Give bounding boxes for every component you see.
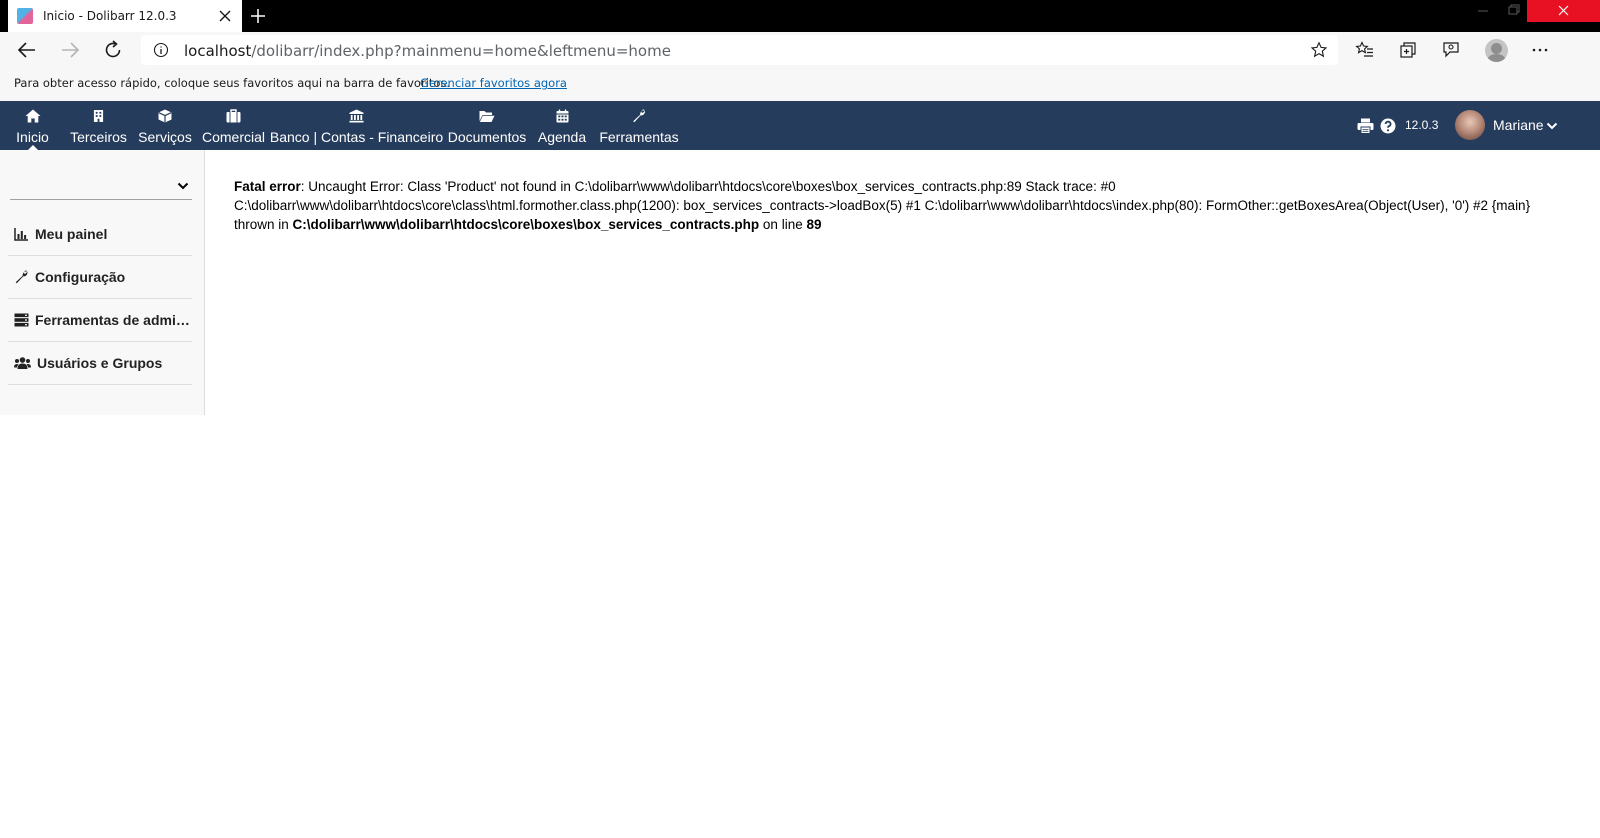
collections-icon[interactable]	[1398, 40, 1418, 60]
topmenu-item-servicos[interactable]: Serviços	[138, 101, 192, 150]
topmenu-label: Inicio	[16, 129, 49, 145]
favorites-bar-hint: Para obter acesso rápido, coloque seus f…	[14, 76, 451, 90]
leftmenu-label: Configuração	[35, 269, 126, 285]
left-menu-select[interactable]	[10, 171, 192, 200]
leftmenu-item-configuracao[interactable]: Configuração	[8, 256, 192, 299]
tab-title: Inicio - Dolibarr 12.0.3	[43, 9, 177, 23]
home-icon	[25, 109, 40, 123]
manage-favorites-link[interactable]: Gerenciar favoritos agora	[420, 76, 567, 90]
url-path: /dolibarr/index.php?mainmenu=home&leftme…	[251, 42, 671, 60]
error-file: C:\dolibarr\www\dolibarr\htdocs\core\box…	[292, 216, 760, 232]
address-bar[interactable]: localhost/dolibarr/index.php?mainmenu=ho…	[141, 35, 1338, 65]
leftmenu-item-ferramentas-admin[interactable]: Ferramentas de administração	[8, 299, 192, 342]
topmenu-label: Comercial	[202, 129, 266, 145]
leftmenu-label: Usuários e Grupos	[37, 355, 163, 371]
leftmenu-label: Meu painel	[35, 226, 108, 242]
chevron-down-icon[interactable]	[1546, 120, 1558, 132]
topmenu-label: Ferramentas	[599, 129, 679, 145]
chevron-down-icon[interactable]	[177, 181, 189, 191]
chart-icon	[14, 228, 28, 241]
error-on-line: on line	[759, 216, 807, 232]
favorites-icon[interactable]	[1355, 40, 1375, 60]
topmenu-item-inicio[interactable]: Inicio	[14, 101, 51, 150]
browser-tab[interactable]: Inicio - Dolibarr 12.0.3	[8, 0, 242, 32]
fatal-error-message: Fatal error: Uncaught Error: Class 'Prod…	[234, 178, 1554, 234]
briefcase-icon	[226, 109, 241, 123]
topmenu-label: Documentos	[447, 129, 527, 145]
help-icon[interactable]	[1380, 118, 1396, 134]
topmenu-label: Banco | Contas - Financeiro	[269, 129, 444, 145]
leftmenu-item-usuarios-grupos[interactable]: Usuários e Grupos	[8, 342, 192, 385]
topmenu-item-comercial[interactable]: Comercial	[202, 101, 266, 150]
restore-icon[interactable]	[1500, 0, 1526, 22]
wrench-icon	[633, 109, 645, 123]
url-text[interactable]: localhost/dolibarr/index.php?mainmenu=ho…	[184, 42, 671, 60]
refresh-icon[interactable]	[101, 38, 125, 62]
leftmenu-label: Ferramentas de administração	[35, 312, 192, 328]
more-options-icon[interactable]	[1530, 40, 1550, 60]
topmenu-item-terceiros[interactable]: Terceiros	[70, 101, 127, 150]
building-icon	[93, 110, 104, 122]
info-icon[interactable]	[153, 42, 169, 58]
favorite-star-icon[interactable]	[1310, 41, 1328, 59]
dolibarr-favicon-icon	[17, 8, 33, 24]
profile-avatar-icon[interactable]	[1485, 39, 1508, 62]
topmenu-label: Serviços	[138, 129, 192, 145]
close-tab-icon[interactable]	[217, 8, 233, 24]
user-name[interactable]: Mariane	[1493, 117, 1544, 133]
topmenu-label: Agenda	[537, 129, 587, 145]
topmenu-label: Terceiros	[70, 129, 127, 145]
user-avatar[interactable]	[1455, 110, 1485, 140]
dolibarr-top-menu: Inicio Terceiros Serviços Comercial Banc…	[0, 101, 1600, 150]
version-label: 12.0.3	[1405, 118, 1439, 132]
topmenu-item-agenda[interactable]: Agenda	[538, 101, 586, 150]
calendar-icon	[556, 109, 568, 123]
bank-icon	[349, 109, 364, 123]
window-close-icon[interactable]	[1527, 0, 1600, 22]
error-line-number: 89	[806, 216, 822, 232]
cube-icon	[158, 109, 172, 123]
feedback-icon[interactable]	[1441, 40, 1461, 60]
error-title: Fatal error	[234, 179, 301, 194]
browser-navbar: localhost/dolibarr/index.php?mainmenu=ho…	[0, 32, 1600, 68]
leftmenu-item-meu-painel[interactable]: Meu painel	[8, 213, 192, 256]
back-icon[interactable]	[15, 38, 39, 62]
topmenu-item-banco[interactable]: Banco | Contas - Financeiro	[270, 101, 443, 150]
url-host: localhost	[184, 42, 252, 60]
print-icon[interactable]	[1357, 118, 1374, 134]
favorites-bar: Para obter acesso rápido, coloque seus f…	[0, 68, 1600, 101]
topmenu-item-documentos[interactable]: Documentos	[447, 101, 527, 150]
minimize-icon[interactable]	[1470, 0, 1496, 22]
server-icon	[14, 313, 29, 327]
browser-titlebar: Inicio - Dolibarr 12.0.3	[0, 0, 1600, 32]
forward-icon[interactable]	[58, 38, 82, 62]
new-tab-icon[interactable]	[249, 7, 267, 25]
topmenu-item-ferramentas[interactable]: Ferramentas	[599, 101, 679, 150]
users-icon	[14, 357, 31, 369]
folder-open-icon	[479, 111, 495, 122]
wrench-icon	[15, 270, 28, 284]
left-menu: Meu painel Configuração Ferramentas de a…	[0, 150, 205, 415]
